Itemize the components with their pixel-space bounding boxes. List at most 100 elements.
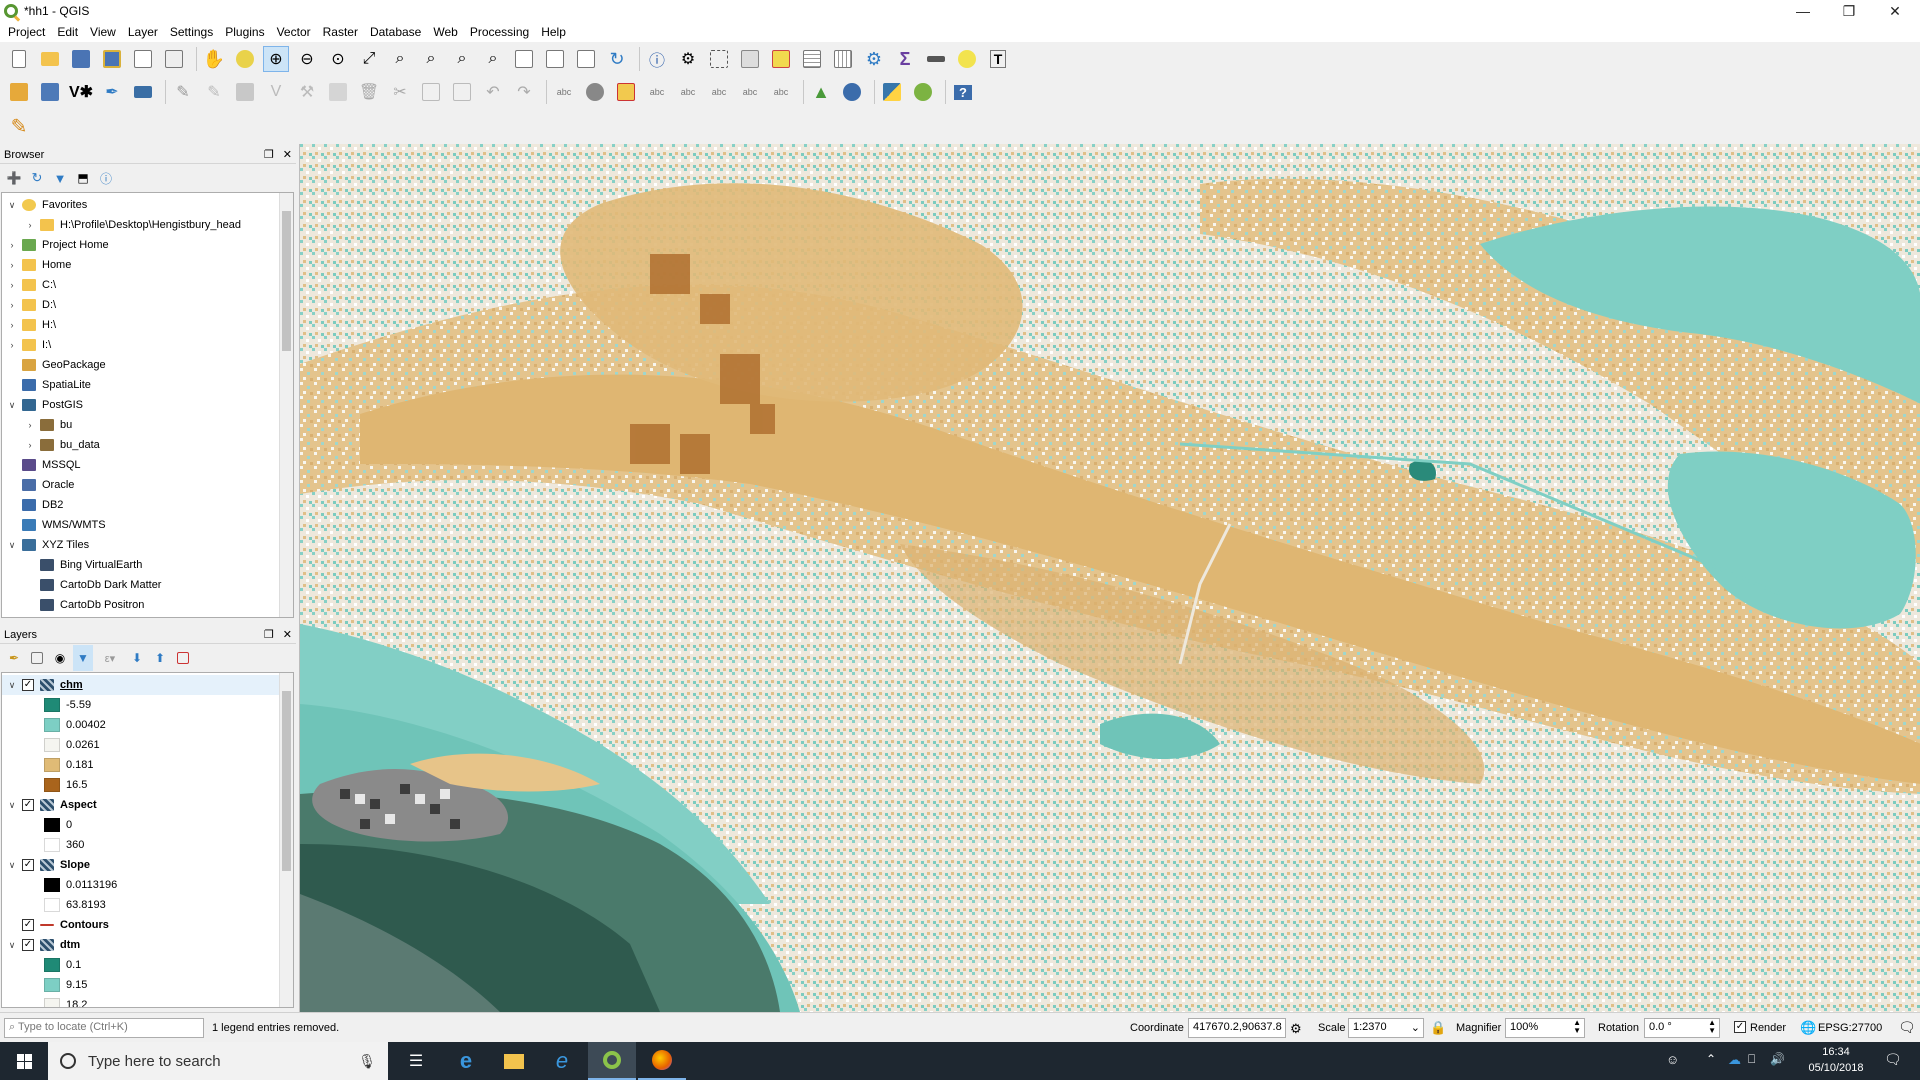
- locator-search-input[interactable]: ⌕ Type to locate (Ctrl+K): [4, 1018, 204, 1038]
- move-label-button[interactable]: abc: [706, 79, 732, 105]
- gps-button[interactable]: [839, 79, 865, 105]
- delete-selected-button[interactable]: 🗑: [356, 79, 382, 105]
- float-panel-icon[interactable]: ❐: [264, 629, 274, 641]
- modify-attributes-button[interactable]: [325, 79, 351, 105]
- close-button[interactable]: ✕: [1872, 0, 1918, 22]
- layer-visibility-checkbox[interactable]: ✓: [22, 919, 34, 931]
- browser-item[interactable]: DB2: [2, 495, 293, 515]
- new-map-view-button[interactable]: [511, 46, 537, 72]
- browser-item[interactable]: › D:\: [2, 295, 293, 315]
- chevron-right-icon[interactable]: ›: [6, 340, 18, 350]
- extents-toggle-icon[interactable]: ⚙: [1290, 1021, 1302, 1037]
- zoom-next-button[interactable]: ⌕: [480, 46, 506, 72]
- menu-project[interactable]: Project: [4, 25, 53, 39]
- browser-item[interactable]: › bu_data: [2, 435, 293, 455]
- chevron-down-icon[interactable]: ∨: [6, 940, 18, 951]
- data-source-manager-button[interactable]: [6, 79, 32, 105]
- deselect-all-button[interactable]: [768, 46, 794, 72]
- menu-raster[interactable]: Raster: [319, 25, 366, 39]
- browser-add-button[interactable]: ➕: [4, 165, 24, 191]
- chevron-right-icon[interactable]: ›: [6, 320, 18, 330]
- new-print-layout-button[interactable]: [130, 46, 156, 72]
- new-spatialite-layer-button[interactable]: ✒: [99, 79, 125, 105]
- browser-item[interactable]: WMS/WMTS: [2, 515, 293, 535]
- menu-web[interactable]: Web: [429, 25, 465, 39]
- file-explorer-taskbar-button[interactable]: [490, 1042, 538, 1080]
- firefox-taskbar-button[interactable]: [638, 1042, 686, 1080]
- identify-button[interactable]: ⓘ: [644, 46, 670, 72]
- zoom-in-button[interactable]: ⊕: [263, 46, 289, 72]
- close-panel-icon[interactable]: ✕: [283, 629, 292, 641]
- close-panel-icon[interactable]: ✕: [283, 149, 292, 161]
- browser-item[interactable]: › bu: [2, 415, 293, 435]
- menu-settings[interactable]: Settings: [166, 25, 221, 39]
- browser-item[interactable]: › I:\: [2, 335, 293, 355]
- paste-features-button[interactable]: [449, 79, 475, 105]
- run-feature-action-button[interactable]: ⚙: [675, 46, 701, 72]
- zoom-out-button[interactable]: ⊖: [294, 46, 320, 72]
- zoom-last-button[interactable]: ⌕: [449, 46, 475, 72]
- save-project-button[interactable]: [68, 46, 94, 72]
- pan-to-selection-button[interactable]: [232, 46, 258, 72]
- taskbar-search-box[interactable]: Type here to search 🎙: [48, 1042, 388, 1080]
- zoom-selection-button[interactable]: ⌕: [387, 46, 413, 72]
- qgis-taskbar-button[interactable]: [588, 1042, 636, 1080]
- chevron-right-icon[interactable]: ›: [6, 300, 18, 310]
- remove-layer-button[interactable]: [173, 645, 193, 671]
- chevron-right-icon[interactable]: ›: [6, 240, 18, 250]
- menu-processing[interactable]: Processing: [466, 25, 537, 39]
- manage-visibility-button[interactable]: ◉: [50, 645, 70, 671]
- python-console-button[interactable]: [879, 79, 905, 105]
- browser-item[interactable]: ∨ Favorites: [2, 195, 293, 215]
- browser-item[interactable]: › H:\Profile\Desktop\Hengistbury_head: [2, 215, 293, 235]
- new-geopackage-layer-button[interactable]: [37, 79, 63, 105]
- digitizing-tool-button[interactable]: ✎: [6, 113, 32, 139]
- task-view-button[interactable]: ☰: [392, 1042, 440, 1080]
- chevron-down-icon[interactable]: ∨: [6, 680, 18, 691]
- layer-visibility-checkbox[interactable]: ✓: [22, 939, 34, 951]
- filter-expression-button[interactable]: ε▾: [96, 645, 124, 671]
- plugin-button[interactable]: [910, 79, 936, 105]
- text-annotation-button[interactable]: T: [985, 46, 1011, 72]
- chevron-right-icon[interactable]: ›: [6, 280, 18, 290]
- chevron-right-icon[interactable]: ›: [24, 220, 36, 230]
- menu-database[interactable]: Database: [366, 25, 429, 39]
- scale-combo[interactable]: 1:2370 ⌄: [1348, 1018, 1424, 1038]
- people-icon[interactable]: ☺: [1666, 1052, 1679, 1067]
- add-feature-button[interactable]: V: [263, 79, 289, 105]
- measure-button[interactable]: [923, 46, 949, 72]
- spinner-arrows-icon[interactable]: ▲ ▼: [1573, 1019, 1581, 1035]
- browser-item[interactable]: › H:\: [2, 315, 293, 335]
- chevron-right-icon[interactable]: ›: [24, 420, 36, 430]
- current-edits-button[interactable]: ✎: [170, 79, 196, 105]
- chevron-right-icon[interactable]: ›: [6, 260, 18, 270]
- crs-button[interactable]: EPSG:27700: [1818, 1022, 1882, 1034]
- layer-visibility-checkbox[interactable]: ✓: [22, 799, 34, 811]
- browser-item[interactable]: Oracle: [2, 475, 293, 495]
- edge-taskbar-button[interactable]: e: [442, 1042, 490, 1080]
- browser-scroll-thumb[interactable]: [282, 211, 291, 351]
- browser-filter-button[interactable]: ▼: [50, 165, 70, 191]
- change-label-button[interactable]: abc: [768, 79, 794, 105]
- copy-features-button[interactable]: [418, 79, 444, 105]
- restore-button[interactable]: ❐: [1826, 0, 1872, 22]
- chevron-down-icon[interactable]: ∨: [6, 860, 18, 871]
- browser-item[interactable]: ∨ PostGIS: [2, 395, 293, 415]
- ie-taskbar-button[interactable]: e: [538, 1042, 586, 1080]
- chevron-down-icon[interactable]: ∨: [6, 800, 18, 811]
- zoom-native-button[interactable]: ⊙: [325, 46, 351, 72]
- start-button[interactable]: [0, 1042, 48, 1080]
- layer-visibility-checkbox[interactable]: ✓: [22, 859, 34, 871]
- browser-item[interactable]: › Project Home: [2, 235, 293, 255]
- statistics-button[interactable]: Σ: [892, 46, 918, 72]
- open-project-button[interactable]: [37, 46, 63, 72]
- menu-edit[interactable]: Edit: [53, 25, 86, 39]
- browser-collapse-button[interactable]: ⬒: [73, 165, 93, 191]
- browser-item[interactable]: MSSQL: [2, 455, 293, 475]
- show-bookmarks-button[interactable]: [573, 46, 599, 72]
- float-panel-icon[interactable]: ❐: [264, 149, 274, 161]
- add-group-button[interactable]: [27, 645, 47, 671]
- browser-scrollbar[interactable]: [279, 193, 293, 617]
- help-button[interactable]: ?: [950, 79, 976, 105]
- rotation-spinbox[interactable]: 0.0 ° ▲ ▼: [1644, 1018, 1720, 1038]
